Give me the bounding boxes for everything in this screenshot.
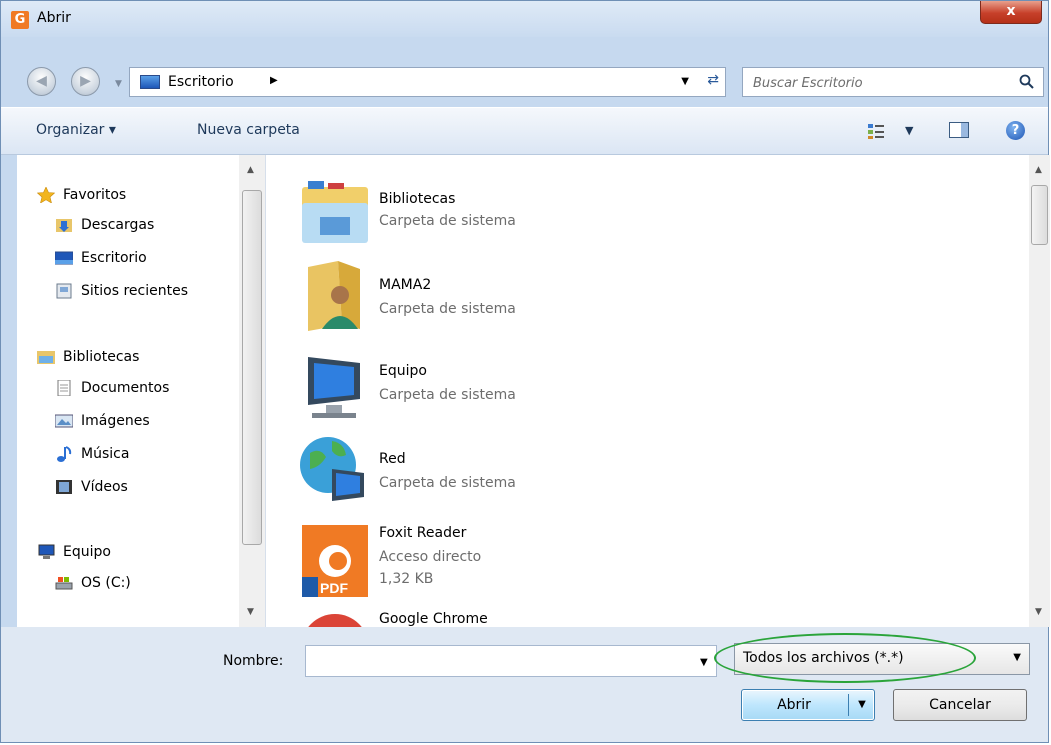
file-name: MAMA2: [379, 277, 432, 293]
desktop-icon: [140, 75, 160, 89]
sidebar-item-documents[interactable]: Documentos: [55, 376, 169, 400]
sidebar-item-label: Imágenes: [81, 413, 150, 429]
organize-button[interactable]: Organizar ▾: [36, 122, 116, 138]
computer-icon: [308, 357, 360, 418]
sidebar-item-music[interactable]: Música: [55, 442, 129, 466]
sidebar-item-label: Descargas: [81, 217, 155, 233]
filename-label: Nombre:: [223, 653, 284, 669]
navigation-pane: Favoritos Descargas Escritorio Sitios re…: [17, 155, 266, 627]
scroll-up-icon[interactable]: ▲: [247, 165, 254, 175]
forward-button[interactable]: ▶: [71, 67, 100, 96]
foxit-app-icon: G: [11, 11, 29, 29]
sidebar-item-label: OS (C:): [81, 575, 131, 591]
computer-icon: [38, 544, 55, 559]
downloads-folder-icon: [56, 219, 72, 232]
filename-dropdown-icon[interactable]: ▼: [700, 657, 708, 668]
preview-pane-icon[interactable]: [949, 122, 969, 138]
breadcrumb[interactable]: Escritorio ▶ ▼ ⇄: [129, 67, 726, 97]
sidebar-item-label: Sitios recientes: [81, 283, 188, 299]
drive-icon: [55, 577, 73, 590]
sidebar-item-label: Favoritos: [63, 187, 127, 203]
close-button[interactable]: x: [980, 1, 1042, 24]
sidebar-item-recent[interactable]: Sitios recientes: [55, 279, 188, 303]
sidebar-item-pictures[interactable]: Imágenes: [55, 409, 150, 433]
file-name: Foxit Reader: [379, 525, 467, 541]
sidebar-item-label: Música: [81, 446, 130, 462]
music-icon: [57, 446, 72, 462]
documents-icon: [57, 380, 71, 396]
scroll-up-icon[interactable]: ▲: [1035, 165, 1042, 175]
file-name: Bibliotecas: [379, 191, 456, 207]
user-folder-icon: [308, 261, 360, 331]
star-icon: [37, 187, 55, 203]
new-folder-button[interactable]: Nueva carpeta: [197, 122, 300, 138]
file-type: Acceso directo: [379, 549, 482, 565]
scrollbar-thumb[interactable]: [242, 190, 262, 545]
file-type: Carpeta de sistema: [379, 475, 516, 491]
network-icon: [300, 437, 364, 501]
file-list-scrollbar[interactable]: ▲ ▼: [1029, 155, 1050, 627]
search-box[interactable]: [742, 67, 1044, 97]
breadcrumb-chevron-icon[interactable]: ▶: [270, 75, 278, 86]
recent-places-icon: [56, 283, 72, 299]
refresh-icon[interactable]: ⇄: [707, 72, 719, 88]
title-bar: G Abrir x: [1, 1, 1048, 37]
pictures-icon: [55, 414, 73, 428]
filetype-select[interactable]: Todos los archivos (*.*) ▼: [734, 643, 1030, 675]
command-bar: Organizar ▾ Nueva carpeta ▼ ?: [1, 107, 1048, 155]
chevron-down-icon[interactable]: ▼: [1013, 652, 1021, 663]
help-icon[interactable]: ?: [1006, 121, 1025, 140]
window-title: Abrir: [37, 10, 71, 26]
sidebar-item-label: Equipo: [63, 544, 111, 560]
cancel-button[interactable]: Cancelar: [893, 689, 1027, 721]
file-name: Red: [379, 451, 406, 467]
filename-input[interactable]: [305, 645, 717, 677]
view-dropdown-icon[interactable]: ▼: [905, 124, 913, 137]
sidebar-item-favorites[interactable]: Favoritos: [37, 183, 126, 207]
sidebar-item-downloads[interactable]: Descargas: [55, 213, 154, 237]
sidebar-item-computer[interactable]: Equipo: [37, 540, 111, 564]
file-name: Google Chrome: [379, 611, 488, 627]
scrollbar-thumb[interactable]: [1031, 185, 1048, 245]
search-icon[interactable]: [1019, 74, 1035, 90]
desktop-icon: [55, 251, 73, 265]
open-button-label: Abrir: [777, 697, 811, 713]
sidebar-item-drive-c[interactable]: OS (C:): [55, 571, 131, 595]
path-history-dropdown-icon[interactable]: ▼: [681, 76, 689, 87]
breadcrumb-item-desktop[interactable]: Escritorio: [168, 74, 234, 90]
file-name: Equipo: [379, 363, 427, 379]
file-size: 1,32 KB: [379, 571, 434, 587]
sidebar-item-label: Documentos: [81, 380, 170, 396]
change-view-icon[interactable]: [867, 122, 885, 140]
pdf-badge: PDF: [320, 580, 348, 596]
sidebar-item-label: Vídeos: [81, 479, 128, 495]
file-type: Carpeta de sistema: [379, 301, 516, 317]
split-divider: [848, 694, 849, 716]
open-options-dropdown-icon[interactable]: ▼: [852, 690, 872, 720]
file-list: Bibliotecas Carpeta de sistema MAMA2 Car…: [266, 155, 1029, 627]
back-button[interactable]: ◀: [27, 67, 56, 96]
sidebar-item-videos[interactable]: Vídeos: [55, 475, 128, 499]
file-type: Carpeta de sistema: [379, 213, 516, 229]
navigation-scrollbar[interactable]: ▲ ▼: [239, 155, 265, 627]
scroll-down-icon[interactable]: ▼: [1035, 607, 1042, 617]
sidebar-item-desktop[interactable]: Escritorio: [55, 246, 147, 270]
sidebar-item-libraries[interactable]: Bibliotecas: [37, 345, 139, 369]
scroll-down-icon[interactable]: ▼: [247, 607, 254, 617]
open-dialog: G Abrir x ◀ ▶ ▼ Escritorio ▶ ▼ ⇄ Organiz…: [0, 0, 1050, 743]
videos-icon: [56, 480, 72, 494]
file-type: Carpeta de sistema: [379, 387, 516, 403]
filetype-value: Todos los archivos (*.*): [743, 650, 904, 666]
search-input[interactable]: [751, 72, 1005, 94]
open-button[interactable]: Abrir ▼: [741, 689, 875, 721]
libraries-icon: [37, 351, 55, 364]
foxit-pdf-icon: PDF: [302, 525, 368, 597]
sidebar-item-label: Escritorio: [81, 250, 147, 266]
address-bar: ◀ ▶ ▼ Escritorio ▶ ▼ ⇄: [1, 37, 1048, 107]
chrome-icon: [308, 614, 362, 627]
recent-locations-dropdown[interactable]: ▼: [115, 79, 122, 89]
libraries-folder-icon: [302, 181, 368, 243]
sidebar-item-label: Bibliotecas: [63, 349, 140, 365]
